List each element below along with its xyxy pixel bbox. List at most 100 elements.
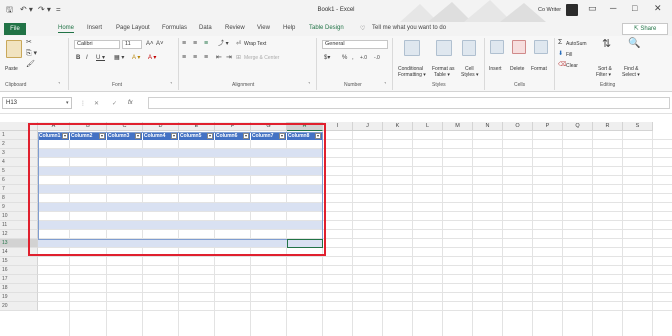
- share-button[interactable]: ⇱ Share: [622, 23, 668, 35]
- column-header-r[interactable]: R: [593, 122, 623, 131]
- currency-icon[interactable]: $▾: [324, 54, 330, 62]
- ribbon-display-options-icon[interactable]: ▭: [588, 3, 597, 14]
- close-icon[interactable]: ✕: [654, 3, 662, 14]
- merge-center-icon[interactable]: ⊞: [236, 54, 241, 62]
- comma-style-icon[interactable]: ,: [352, 54, 354, 62]
- format-painter-icon[interactable]: 🖌: [26, 61, 35, 69]
- row-header-18[interactable]: 18: [0, 284, 38, 293]
- format-cells-icon[interactable]: [534, 40, 548, 54]
- name-box[interactable]: H13 ▾: [2, 97, 72, 109]
- tab-view[interactable]: View: [257, 25, 270, 31]
- column-header-l[interactable]: L: [413, 122, 443, 131]
- bold-icon[interactable]: B: [76, 54, 80, 62]
- column-header-i[interactable]: I: [323, 122, 353, 131]
- align-right-icon[interactable]: ≡: [204, 54, 208, 62]
- number-launcher-icon[interactable]: ⌝: [384, 82, 386, 88]
- formula-input[interactable]: [148, 97, 670, 109]
- decrease-indent-icon[interactable]: ⇤: [216, 54, 222, 62]
- name-box-dropdown-icon[interactable]: ▾: [66, 98, 69, 108]
- find-select-icon[interactable]: 🔍: [628, 39, 640, 49]
- avatar[interactable]: [566, 4, 578, 16]
- shrink-font-icon[interactable]: A˅: [156, 40, 164, 48]
- maximize-icon[interactable]: □: [632, 3, 637, 13]
- row-header-17[interactable]: 17: [0, 275, 38, 284]
- number-format-combo[interactable]: General: [322, 40, 388, 49]
- paste-icon[interactable]: [6, 40, 22, 58]
- fill-icon[interactable]: ⬇: [558, 50, 563, 58]
- column-header-o[interactable]: O: [503, 122, 533, 131]
- format-as-table-line2[interactable]: Table ▾: [434, 72, 450, 78]
- tab-insert[interactable]: Insert: [87, 25, 102, 31]
- row-header-19[interactable]: 19: [0, 293, 38, 302]
- borders-icon[interactable]: ▦ ▾: [114, 54, 124, 62]
- tab-formulas[interactable]: Formulas: [162, 25, 187, 31]
- tab-file[interactable]: File: [4, 23, 26, 35]
- align-left-icon[interactable]: ≡: [182, 54, 186, 62]
- format-as-table-icon[interactable]: [436, 40, 452, 56]
- autosum-icon[interactable]: Σ: [558, 39, 562, 47]
- column-header-q[interactable]: Q: [563, 122, 593, 131]
- autosum-button[interactable]: AutoSum: [566, 41, 587, 47]
- font-launcher-icon[interactable]: ⌝: [170, 82, 172, 88]
- clear-button[interactable]: Clear: [566, 63, 578, 69]
- paste-button-label[interactable]: Paste: [5, 66, 18, 72]
- conditional-formatting-icon[interactable]: [404, 40, 420, 56]
- underline-icon[interactable]: U ▾: [96, 54, 105, 62]
- conditional-formatting-line2[interactable]: Formatting ▾: [398, 72, 426, 78]
- tab-table-design[interactable]: Table Design: [309, 25, 344, 31]
- cut-icon[interactable]: ✂: [26, 39, 32, 47]
- align-bottom-icon[interactable]: ≡: [204, 40, 208, 48]
- wrap-text-button[interactable]: Wrap Text: [244, 41, 266, 47]
- alignment-launcher-icon[interactable]: ⌝: [308, 82, 310, 88]
- insert-cells-icon[interactable]: [490, 40, 504, 54]
- increase-indent-icon[interactable]: ⇥: [226, 54, 232, 62]
- font-color-icon[interactable]: A ▾: [148, 54, 156, 62]
- merge-center-button[interactable]: Merge & Center: [244, 55, 279, 61]
- column-header-s[interactable]: S: [623, 122, 653, 131]
- orientation-icon[interactable]: ⤴ ▾: [218, 40, 229, 48]
- delete-cells-button[interactable]: Delete: [510, 66, 524, 72]
- cell-styles-line2[interactable]: Styles ▾: [461, 72, 479, 78]
- decrease-decimal-icon[interactable]: -.0: [374, 54, 380, 62]
- delete-cells-icon[interactable]: [512, 40, 526, 54]
- tab-data[interactable]: Data: [199, 25, 212, 31]
- percent-icon[interactable]: %: [342, 54, 347, 62]
- sort-filter-icon[interactable]: ⇅: [602, 39, 611, 50]
- user-name[interactable]: Co Writer: [538, 7, 561, 13]
- font-size-combo[interactable]: 11: [122, 40, 142, 49]
- font-name-combo[interactable]: Calibri: [74, 40, 120, 49]
- row-header-20[interactable]: 20: [0, 302, 38, 311]
- tab-page-layout[interactable]: Page Layout: [116, 25, 150, 31]
- row-header-16[interactable]: 16: [0, 266, 38, 275]
- copy-icon[interactable]: ⎘ ▾: [26, 50, 37, 58]
- column-header-m[interactable]: M: [443, 122, 473, 131]
- cell-styles-icon[interactable]: [462, 40, 476, 56]
- italic-icon[interactable]: I: [86, 54, 88, 62]
- row-header-15[interactable]: 15: [0, 257, 38, 266]
- cancel-icon[interactable]: ✕: [94, 100, 99, 107]
- insert-function-icon[interactable]: fx: [128, 100, 133, 106]
- sort-filter-line2[interactable]: Filter ▾: [596, 72, 611, 78]
- find-select-line2[interactable]: Select ▾: [622, 72, 640, 78]
- align-center-icon[interactable]: ≡: [193, 54, 197, 62]
- enter-icon[interactable]: ✓: [112, 100, 117, 107]
- fill-button[interactable]: Fill: [566, 52, 572, 58]
- clipboard-launcher-icon[interactable]: ⌝: [58, 82, 60, 88]
- fill-color-icon[interactable]: A ▾: [132, 54, 140, 62]
- column-header-n[interactable]: N: [473, 122, 503, 131]
- grow-font-icon[interactable]: A˄: [146, 40, 154, 48]
- format-cells-button[interactable]: Format: [531, 66, 547, 72]
- column-header-k[interactable]: K: [383, 122, 413, 131]
- align-top-icon[interactable]: ≡: [182, 40, 186, 48]
- wrap-text-icon[interactable]: ⏎: [236, 40, 241, 48]
- tell-me-search[interactable]: Tell me what you want to do: [372, 25, 446, 31]
- insert-cells-button[interactable]: Insert: [489, 66, 502, 72]
- minimize-icon[interactable]: ─: [610, 3, 616, 13]
- increase-decimal-icon[interactable]: +.0: [360, 54, 367, 62]
- column-header-j[interactable]: J: [353, 122, 383, 131]
- tab-help[interactable]: Help: [283, 25, 295, 31]
- column-header-p[interactable]: P: [533, 122, 563, 131]
- tab-home[interactable]: Home: [58, 25, 75, 33]
- align-middle-icon[interactable]: ≡: [193, 40, 197, 48]
- tab-review[interactable]: Review: [225, 25, 245, 31]
